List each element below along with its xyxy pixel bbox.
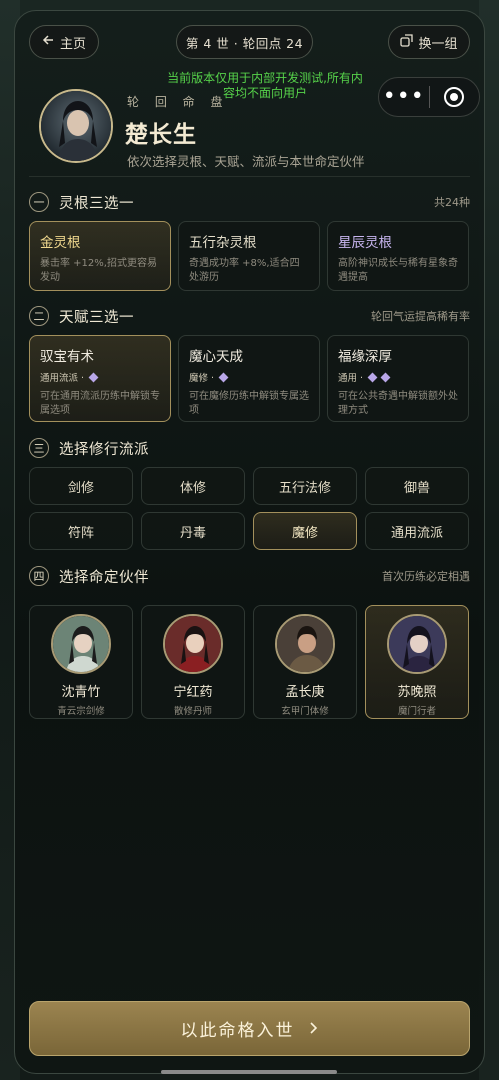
school-alchemy[interactable]: 丹毒 [141, 512, 245, 550]
partner-name: 苏晚照 [397, 685, 437, 700]
talent-card-demon-heart[interactable]: 魔心天成 魔修 · 可在魔修历练中解锁专属选项 [178, 335, 320, 422]
section-note: 首次历练必定相遇 [382, 570, 470, 583]
partner-avatar [163, 614, 223, 674]
card-tag: 通用 · [338, 370, 458, 384]
section-root-header: 一 灵根三选一 共24种 [29, 191, 470, 213]
section-title: 天赋三选一 [59, 309, 134, 326]
partner-name: 孟长庚 [285, 685, 325, 700]
section-school-header: 三 选择修行流派 [29, 437, 470, 459]
school-body[interactable]: 体修 [141, 467, 245, 505]
rarity-gem-icon [88, 372, 99, 382]
card-tag-text: 通用流派 · [40, 373, 85, 384]
swap-group-button[interactable]: 换一组 [388, 25, 470, 59]
section-partner-header: 四 选择命定伙伴 首次历练必定相遇 [29, 565, 470, 587]
card-tag: 魔修 · [189, 370, 309, 384]
root-card-star[interactable]: 星辰灵根 高阶神识成长与稀有星象奇遇提高 [327, 221, 469, 291]
root-card-mixed[interactable]: 五行杂灵根 奇遇成功率 +8%,适合四处游历 [178, 221, 320, 291]
section-title: 选择修行流派 [59, 441, 149, 458]
destiny-plate-label: 轮 回 命 盘 [127, 95, 229, 109]
enter-world-label: 以此命格入世 [180, 1021, 295, 1041]
card-description: 暴击率 +12%,招式更容易发动 [40, 258, 157, 283]
card-description: 可在魔修历练中解锁专属选项 [189, 391, 309, 416]
section-title: 灵根三选一 [59, 195, 134, 212]
partner-role: 青云宗剑修 [57, 706, 105, 717]
talent-card-fortune[interactable]: 福缘深厚 通用 · 可在公共奇遇中解锁额外处理方式 [327, 335, 469, 422]
section-number: 二 [29, 306, 49, 326]
partner-avatar [275, 614, 335, 674]
partner-avatar [51, 614, 111, 674]
partner-card-meng[interactable]: 孟长庚 玄甲门体修 [253, 605, 357, 719]
partner-role: 散修丹师 [173, 706, 212, 717]
card-title: 福缘深厚 [338, 349, 392, 365]
card-description: 高阶神识成长与稀有星象奇遇提高 [338, 258, 458, 283]
section-talent-header: 二 天赋三选一 轮回气运提高稀有率 [29, 305, 470, 327]
top-bar: 主页 第 4 世 · 轮回点 24 换一组 [29, 25, 470, 59]
card-title: 金灵根 [40, 235, 81, 251]
rarity-gem-icon [380, 372, 391, 382]
home-indicator [161, 1070, 337, 1074]
school-five-elements[interactable]: 五行法修 [253, 467, 357, 505]
root-card-gold[interactable]: 金灵根 暴击率 +12%,招式更容易发动 [29, 221, 171, 291]
school-sword[interactable]: 剑修 [29, 467, 133, 505]
card-tag: 通用流派 · [40, 370, 160, 384]
card-tag-text: 魔修 · [189, 373, 215, 384]
section-number: 四 [29, 566, 49, 586]
home-label: 主页 [59, 36, 86, 52]
hero-description: 依次选择灵根、天赋、流派与本世命定伙伴 [127, 154, 365, 169]
partner-role: 魔门行者 [397, 706, 436, 717]
enter-world-button[interactable]: 以此命格入世 [29, 1001, 470, 1056]
destiny-panel: 主页 第 4 世 · 轮回点 24 换一组 当前版本仅用于内部开发测试,所有内容… [14, 10, 485, 1074]
chevron-right-icon [309, 1019, 319, 1039]
partner-card-ning[interactable]: 宁红药 散修丹师 [141, 605, 245, 719]
card-description: 可在公共奇遇中解锁额外处理方式 [338, 391, 458, 416]
rarity-gem-icon [367, 372, 378, 382]
card-description: 可在通用流派历练中解锁专属选项 [40, 391, 160, 416]
section-number: 三 [29, 438, 49, 458]
miniprogram-capsule: ••• [378, 77, 480, 117]
school-demon[interactable]: 魔修 [253, 512, 357, 550]
card-description: 奇遇成功率 +8%,适合四处游历 [189, 258, 300, 283]
school-general[interactable]: 通用流派 [365, 512, 469, 550]
swap-icon [400, 33, 414, 51]
home-button[interactable]: 主页 [29, 25, 99, 59]
card-title: 五行杂灵根 [189, 235, 257, 251]
partner-name: 宁红药 [173, 685, 213, 700]
school-talisman[interactable]: 符阵 [29, 512, 133, 550]
close-miniprogram-icon[interactable] [429, 87, 479, 107]
section-title: 选择命定伙伴 [59, 569, 149, 586]
card-title: 魔心天成 [189, 349, 243, 365]
partner-card-su[interactable]: 苏晚照 魔门行者 [365, 605, 469, 719]
partner-name: 沈青竹 [61, 685, 101, 700]
partner-card-shen[interactable]: 沈青竹 青云宗剑修 [29, 605, 133, 719]
section-number: 一 [29, 192, 49, 212]
divider [29, 176, 470, 177]
partner-role: 玄甲门体修 [281, 706, 329, 717]
hero-name: 楚长生 [125, 122, 197, 148]
card-tag-text: 通用 · [338, 373, 364, 384]
talent-card-treasure[interactable]: 驭宝有术 通用流派 · 可在通用流派历练中解锁专属选项 [29, 335, 171, 422]
school-beast[interactable]: 御兽 [365, 467, 469, 505]
swap-label: 换一组 [418, 36, 458, 52]
round-info-text: 第 4 世 · 轮回点 24 [185, 35, 304, 51]
arrow-left-icon [42, 34, 54, 50]
card-title: 星辰灵根 [338, 235, 392, 251]
partner-avatar [387, 614, 447, 674]
more-dots-icon[interactable]: ••• [379, 86, 429, 108]
round-info-badge: 第 4 世 · 轮回点 24 [176, 25, 313, 59]
card-title: 驭宝有术 [40, 349, 94, 365]
hero-avatar [39, 89, 113, 163]
section-note: 轮回气运提高稀有率 [371, 310, 470, 323]
section-note: 共24种 [434, 196, 470, 209]
rarity-gem-icon [218, 372, 229, 382]
